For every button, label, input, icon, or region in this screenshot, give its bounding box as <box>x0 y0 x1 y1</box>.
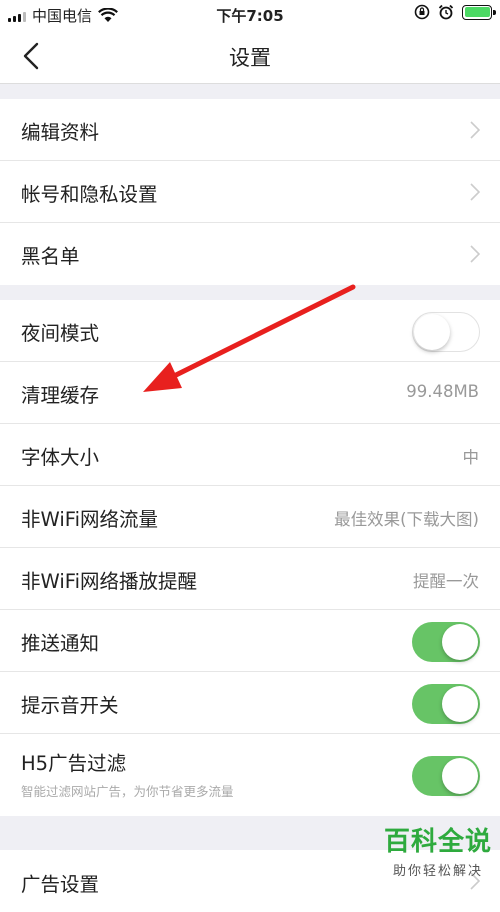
alarm-icon <box>438 4 454 20</box>
status-right <box>414 4 496 20</box>
font-size-item[interactable]: 字体大小 中 <box>0 424 500 486</box>
push-notification-label: 推送通知 <box>21 632 100 655</box>
edit-profile-label: 编辑资料 <box>21 121 100 144</box>
account-privacy-item[interactable]: 帐号和隐私设置 <box>0 161 500 223</box>
blacklist-item[interactable]: 黑名单 <box>0 223 500 285</box>
watermark-title: 百科全说 <box>383 827 492 857</box>
push-notification-toggle[interactable] <box>412 622 480 662</box>
non-wifi-traffic-item[interactable]: 非WiFi网络流量 最佳效果(下载大图) <box>0 486 500 548</box>
blacklist-label: 黑名单 <box>21 245 80 268</box>
page-title: 设置 <box>229 46 271 70</box>
font-size-label: 字体大小 <box>21 446 100 469</box>
non-wifi-play-label: 非WiFi网络播放提醒 <box>21 570 197 593</box>
watermark-logo: 百科全说 助你轻松解决 <box>384 821 492 879</box>
h5-ad-filter-description: 智能过滤网站广告，为你节省更多流量 <box>21 784 234 799</box>
status-bar: 中国电信 下午7:05 <box>0 0 500 28</box>
night-mode-label: 夜间模式 <box>21 322 100 345</box>
non-wifi-traffic-label: 非WiFi网络流量 <box>21 508 158 531</box>
h5-ad-filter-toggle[interactable] <box>412 756 480 796</box>
chevron-right-icon <box>470 183 480 201</box>
font-size-value: 中 <box>462 448 480 467</box>
chevron-right-icon <box>470 245 480 263</box>
h5-ad-filter-label: H5广告过滤 <box>21 752 127 775</box>
account-privacy-label: 帐号和隐私设置 <box>21 183 158 206</box>
push-notification-item: 推送通知 <box>0 610 500 672</box>
non-wifi-play-item[interactable]: 非WiFi网络播放提醒 提醒一次 <box>0 548 500 610</box>
sound-item: 提示音开关 <box>0 672 500 734</box>
battery-icon <box>462 4 496 20</box>
sound-label: 提示音开关 <box>21 694 119 717</box>
cache-size-value: 99.48MB <box>406 382 479 401</box>
h5-ad-filter-item: H5广告过滤 智能过滤网站广告，为你节省更多流量 <box>0 734 500 816</box>
clear-cache-item[interactable]: 清理缓存 99.48MB <box>0 362 500 424</box>
clear-cache-label: 清理缓存 <box>21 384 100 407</box>
nav-bar: 设置 <box>0 28 500 84</box>
night-mode-toggle[interactable] <box>412 312 480 352</box>
non-wifi-play-value: 提醒一次 <box>413 572 479 591</box>
edit-profile-item[interactable]: 编辑资料 <box>0 99 500 161</box>
settings-group-general: 夜间模式 清理缓存 99.48MB 字体大小 中 非WiFi网络流量 最佳效果(… <box>0 300 500 816</box>
night-mode-item: 夜间模式 <box>0 300 500 362</box>
chevron-right-icon <box>470 121 480 139</box>
ad-settings-label: 广告设置 <box>21 873 100 896</box>
non-wifi-traffic-value: 最佳效果(下载大图) <box>334 510 479 529</box>
watermark-subtitle: 助你轻松解决 <box>392 864 483 879</box>
sound-toggle[interactable] <box>412 684 480 724</box>
settings-group-account: 编辑资料 帐号和隐私设置 黑名单 <box>0 99 500 285</box>
orientation-lock-icon <box>414 4 430 20</box>
